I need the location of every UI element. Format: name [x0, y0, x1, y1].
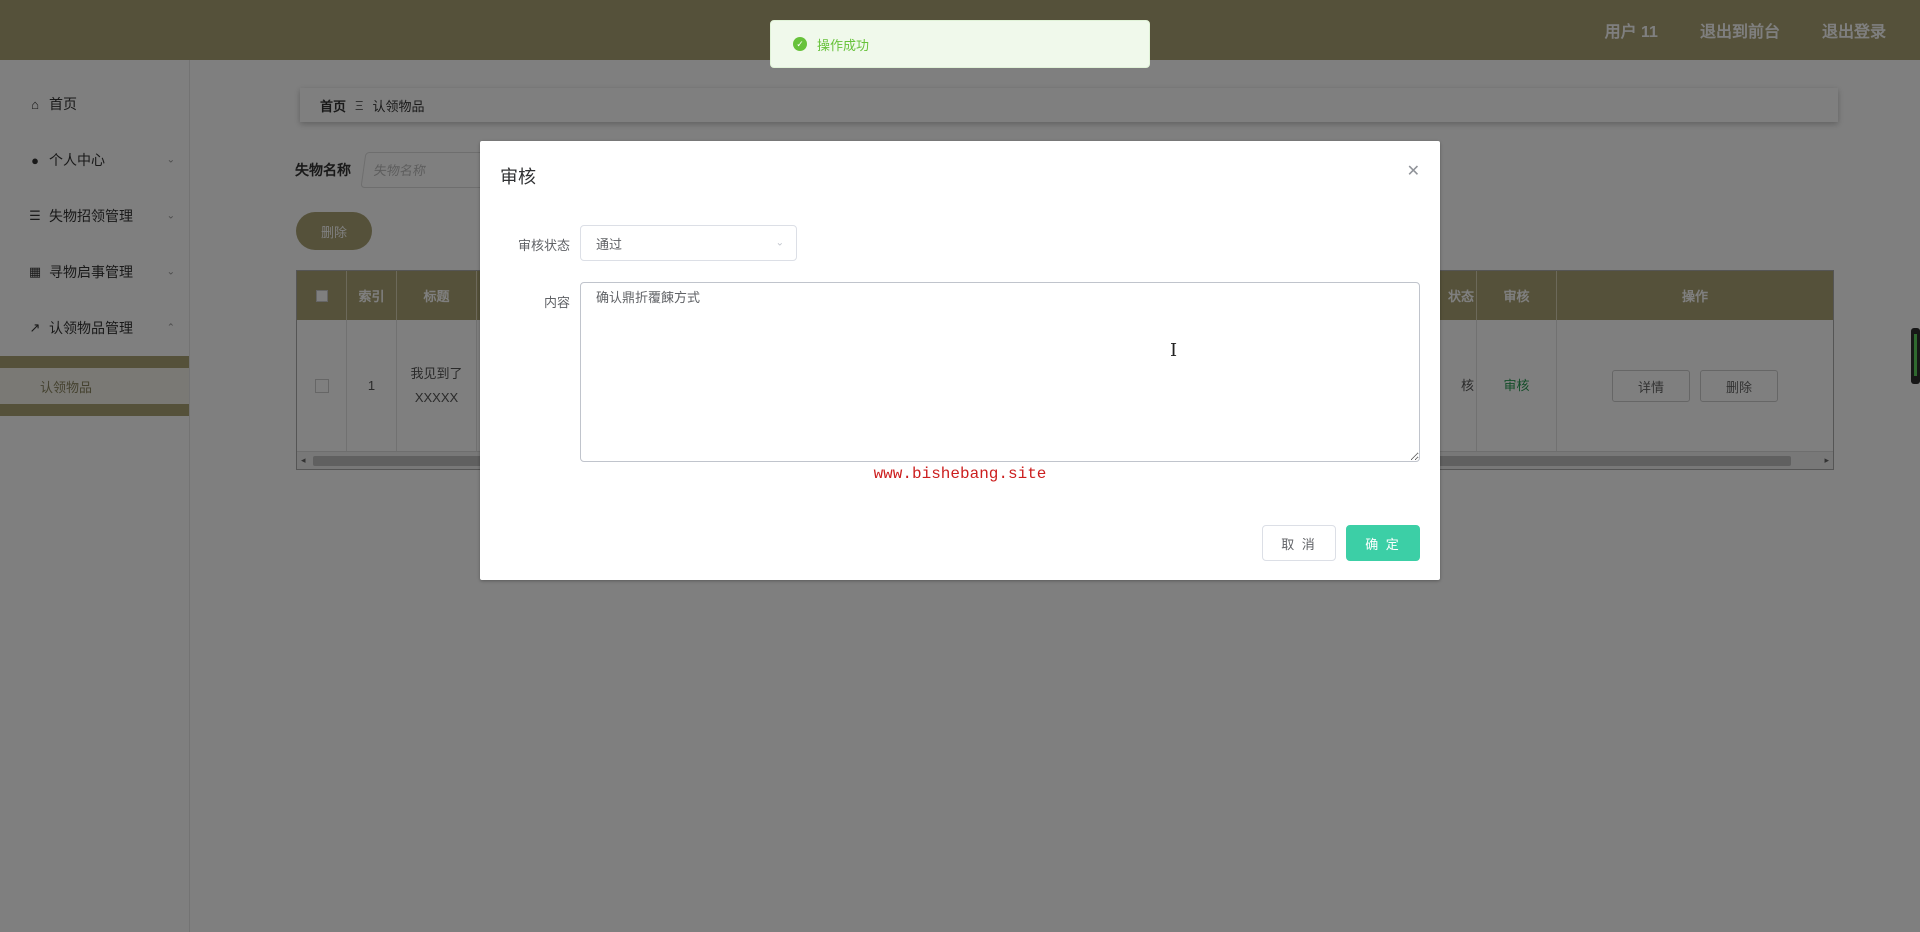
status-select[interactable]: 通过 ⌄: [580, 225, 797, 261]
status-select-value: 通过: [596, 236, 623, 252]
content-textarea[interactable]: 确认鼎折覆餗方式: [580, 282, 1420, 462]
status-label: 审核状态: [517, 238, 570, 253]
toast-message: 操作成功: [817, 37, 870, 53]
success-toast: ✓ 操作成功: [770, 20, 1150, 68]
confirm-button[interactable]: 确 定: [1346, 525, 1420, 561]
close-icon[interactable]: ✕: [1407, 161, 1420, 181]
watermark-text: www.bishebang.site: [873, 465, 1047, 483]
content-label: 内容: [543, 295, 570, 310]
text-cursor-icon: I: [1170, 340, 1178, 361]
audit-dialog: 审核 ✕ 审核状态 通过 ⌄ 内容 确认鼎折覆餗方式 www.bishebang…: [480, 141, 1440, 580]
chevron-down-icon: ⌄: [775, 237, 784, 249]
dialog-title: 审核: [500, 167, 536, 187]
check-circle-icon: ✓: [793, 37, 807, 51]
cancel-button[interactable]: 取 消: [1262, 525, 1336, 561]
